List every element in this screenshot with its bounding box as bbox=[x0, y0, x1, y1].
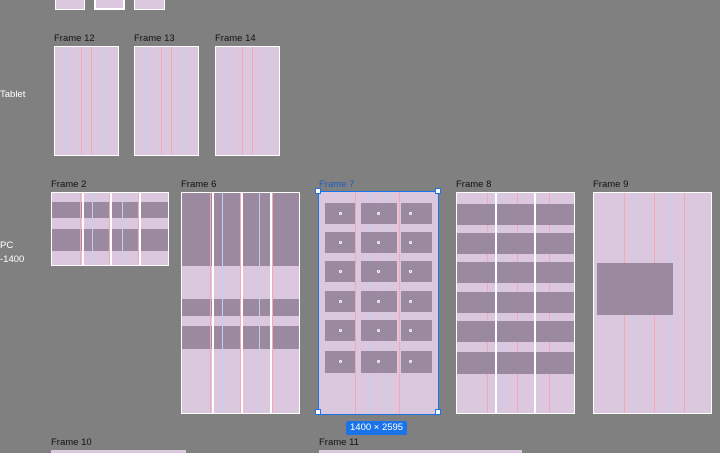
grid-column bbox=[242, 47, 243, 155]
grid-gutter bbox=[495, 193, 497, 413]
grid-column bbox=[222, 193, 223, 413]
grid-column bbox=[272, 193, 273, 413]
grid-column bbox=[122, 193, 123, 265]
grid-gutter bbox=[212, 193, 214, 413]
content-block bbox=[457, 292, 574, 313]
grid-column bbox=[171, 47, 172, 155]
content-block bbox=[457, 233, 574, 254]
frame-title-8[interactable]: Frame 8 bbox=[456, 180, 491, 190]
grid-column bbox=[80, 193, 81, 265]
content-block bbox=[457, 321, 574, 342]
content-block bbox=[457, 204, 574, 225]
grid-column bbox=[91, 47, 92, 155]
frame-title-9[interactable]: Frame 9 bbox=[593, 180, 628, 190]
grid-gutter bbox=[534, 193, 536, 413]
frame-thumbnail-top-3[interactable] bbox=[134, 0, 165, 10]
grid-column bbox=[266, 47, 267, 155]
grid-column bbox=[210, 193, 211, 413]
frame-title-10[interactable]: Frame 10 bbox=[51, 438, 92, 448]
grid-gutter bbox=[82, 193, 84, 265]
frame-title-6[interactable]: Frame 6 bbox=[181, 180, 216, 190]
frame-2[interactable] bbox=[51, 192, 169, 266]
frame-12[interactable] bbox=[54, 46, 119, 156]
frame-6[interactable] bbox=[181, 192, 300, 414]
grid-column bbox=[226, 47, 227, 155]
frame-title-7[interactable]: Frame 7 bbox=[319, 180, 354, 190]
content-block bbox=[457, 262, 574, 283]
grid-column bbox=[259, 193, 260, 413]
frame-title-14[interactable]: Frame 14 bbox=[215, 34, 256, 44]
resize-handle-top-right[interactable] bbox=[435, 188, 441, 194]
resize-handle-top-left[interactable] bbox=[315, 188, 321, 194]
grid-column bbox=[161, 47, 162, 155]
grid-column bbox=[81, 47, 82, 155]
frame-14[interactable] bbox=[215, 46, 280, 156]
grid-gutter bbox=[241, 193, 243, 413]
selection-size-badge: 1400 × 2595 bbox=[346, 421, 408, 435]
selection-outline bbox=[318, 191, 439, 415]
grid-column bbox=[252, 47, 253, 155]
grid-column bbox=[105, 47, 106, 155]
row-label-tablet: Tablet bbox=[0, 89, 26, 100]
frame-thumbnail-top-1[interactable] bbox=[55, 0, 85, 10]
grid-gutter bbox=[110, 193, 112, 265]
grid-gutter bbox=[139, 193, 141, 265]
frame-title-12[interactable]: Frame 12 bbox=[54, 34, 95, 44]
grid-column bbox=[92, 193, 93, 265]
grid-column bbox=[185, 47, 186, 155]
frame-13[interactable] bbox=[134, 46, 199, 156]
grid-column bbox=[145, 47, 146, 155]
frame-title-2[interactable]: Frame 2 bbox=[51, 180, 86, 190]
row-label-pc-size: -1400 bbox=[0, 254, 25, 265]
frame-8[interactable] bbox=[456, 192, 575, 414]
content-block bbox=[457, 352, 574, 374]
grid-gutter bbox=[270, 193, 272, 413]
frame-title-11[interactable]: Frame 11 bbox=[319, 438, 359, 448]
frame-thumbnail-top-2[interactable] bbox=[94, 0, 125, 10]
grid-column bbox=[684, 193, 685, 413]
content-block bbox=[597, 263, 673, 315]
resize-handle-bottom-left[interactable] bbox=[315, 409, 321, 415]
row-label-pc: PC bbox=[0, 240, 14, 251]
resize-handle-bottom-right[interactable] bbox=[435, 409, 441, 415]
frame-title-13[interactable]: Frame 13 bbox=[134, 34, 175, 44]
grid-column bbox=[65, 47, 66, 155]
frame-9[interactable] bbox=[593, 192, 712, 414]
